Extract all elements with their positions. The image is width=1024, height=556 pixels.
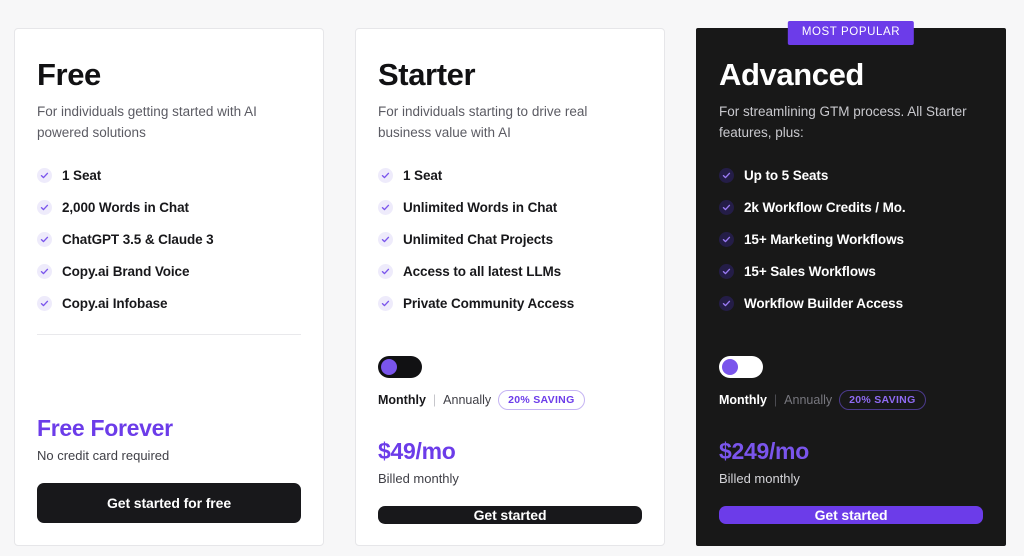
feature-list: 1 Seat 2,000 Words in Chat ChatGPT 3.5 &… bbox=[37, 168, 301, 328]
get-started-button-free[interactable]: Get started for free bbox=[37, 483, 301, 523]
check-icon bbox=[719, 264, 734, 280]
price-value: $249/mo bbox=[719, 438, 809, 465]
feature-label: Access to all latest LLMs bbox=[403, 264, 562, 280]
billing-period-toggle[interactable] bbox=[719, 356, 763, 379]
price-value: Free Forever bbox=[37, 415, 173, 442]
toggle-knob bbox=[381, 359, 397, 376]
saving-badge: 20% SAVING bbox=[498, 390, 585, 411]
feature-label: Unlimited Chat Projects bbox=[403, 232, 553, 248]
feature-item: Workflow Builder Access bbox=[719, 296, 983, 312]
check-icon bbox=[378, 296, 393, 312]
billing-separator: | bbox=[773, 393, 778, 408]
billing-period-block: Monthly | Annually 20% SAVING bbox=[719, 356, 983, 411]
feature-item: 15+ Marketing Workflows bbox=[719, 232, 983, 248]
billing-monthly-label[interactable]: Monthly bbox=[719, 393, 767, 407]
check-icon bbox=[719, 232, 734, 248]
feature-label: 15+ Marketing Workflows bbox=[744, 232, 904, 248]
plan-name: Advanced bbox=[719, 57, 864, 92]
check-icon bbox=[37, 168, 52, 184]
billing-annually-label[interactable]: Annually bbox=[784, 393, 832, 407]
feature-label: 1 Seat bbox=[62, 168, 102, 184]
feature-label: 1 Seat bbox=[403, 168, 443, 184]
check-icon bbox=[37, 296, 52, 312]
feature-item: ChatGPT 3.5 & Claude 3 bbox=[37, 232, 301, 248]
check-icon bbox=[719, 200, 734, 216]
get-started-button-starter[interactable]: Get started bbox=[378, 506, 642, 525]
price-subtext: No credit card required bbox=[37, 448, 170, 463]
feature-item: Unlimited Chat Projects bbox=[378, 232, 642, 248]
toggle-knob bbox=[722, 359, 738, 376]
billing-separator: | bbox=[432, 393, 437, 408]
pricing-card-starter: Starter For individuals starting to driv… bbox=[355, 28, 665, 546]
feature-label: Unlimited Words in Chat bbox=[403, 200, 558, 216]
feature-item: Access to all latest LLMs bbox=[378, 264, 642, 280]
plan-description: For streamlining GTM process. All Starte… bbox=[719, 103, 967, 140]
feature-label: Private Community Access bbox=[403, 296, 575, 312]
check-icon bbox=[37, 200, 52, 216]
price-subtext: Billed monthly bbox=[719, 471, 800, 487]
feature-label: Copy.ai Infobase bbox=[62, 296, 168, 312]
feature-item: Private Community Access bbox=[378, 296, 642, 312]
billing-monthly-label[interactable]: Monthly bbox=[378, 393, 426, 407]
check-icon bbox=[719, 296, 734, 312]
price-block: $249/mo Billed monthly bbox=[719, 438, 983, 486]
get-started-button-advanced[interactable]: Get started bbox=[719, 506, 983, 525]
check-icon bbox=[378, 200, 393, 216]
billing-period-toggle[interactable] bbox=[378, 356, 422, 379]
plan-name: Free bbox=[37, 57, 101, 92]
feature-label: ChatGPT 3.5 & Claude 3 bbox=[62, 232, 214, 248]
price-block: Free Forever No credit card required bbox=[37, 415, 301, 463]
feature-label: 2k Workflow Credits / Mo. bbox=[744, 200, 906, 216]
check-icon bbox=[378, 232, 393, 248]
feature-label: 2,000 Words in Chat bbox=[62, 200, 189, 216]
feature-item: Copy.ai Infobase bbox=[37, 296, 301, 312]
saving-badge: 20% SAVING bbox=[839, 390, 926, 411]
check-icon bbox=[719, 168, 734, 184]
feature-item: 1 Seat bbox=[37, 168, 301, 184]
feature-list: Up to 5 Seats 2k Workflow Credits / Mo. … bbox=[719, 168, 983, 328]
feature-label: Workflow Builder Access bbox=[744, 296, 903, 312]
feature-item: Up to 5 Seats bbox=[719, 168, 983, 184]
billing-period-block: Monthly | Annually 20% SAVING bbox=[378, 356, 642, 411]
plan-description: For individuals getting started with AI … bbox=[37, 103, 257, 140]
feature-label: 15+ Sales Workflows bbox=[744, 264, 876, 280]
price-block: $49/mo Billed monthly bbox=[378, 438, 642, 486]
feature-item: Copy.ai Brand Voice bbox=[37, 264, 301, 280]
flex-spacer bbox=[37, 335, 301, 387]
plan-description: For individuals starting to drive real b… bbox=[378, 103, 588, 140]
feature-item: Unlimited Words in Chat bbox=[378, 200, 642, 216]
billing-labels-row: Monthly | Annually 20% SAVING bbox=[378, 390, 642, 411]
check-icon bbox=[37, 232, 52, 248]
feature-item: 1 Seat bbox=[378, 168, 642, 184]
feature-item: 15+ Sales Workflows bbox=[719, 264, 983, 280]
price-value: $49/mo bbox=[378, 438, 456, 465]
feature-label: Up to 5 Seats bbox=[744, 168, 829, 184]
price-subtext: Billed monthly bbox=[378, 471, 459, 487]
plan-name: Starter bbox=[378, 57, 476, 92]
feature-item: 2k Workflow Credits / Mo. bbox=[719, 200, 983, 216]
pricing-card-advanced: MOST POPULAR Advanced For streamlining G… bbox=[696, 21, 1006, 546]
feature-item: 2,000 Words in Chat bbox=[37, 200, 301, 216]
feature-list: 1 Seat Unlimited Words in Chat Unlimited… bbox=[378, 168, 642, 328]
pricing-card-free: Free For individuals getting started wit… bbox=[14, 28, 324, 546]
check-icon bbox=[37, 264, 52, 280]
billing-labels-row: Monthly | Annually 20% SAVING bbox=[719, 390, 983, 411]
feature-label: Copy.ai Brand Voice bbox=[62, 264, 190, 280]
check-icon bbox=[378, 168, 393, 184]
check-icon bbox=[378, 264, 393, 280]
most-popular-badge: MOST POPULAR bbox=[787, 21, 915, 45]
pricing-plans-grid: Free For individuals getting started wit… bbox=[0, 0, 1024, 546]
billing-annually-label[interactable]: Annually bbox=[443, 393, 491, 407]
